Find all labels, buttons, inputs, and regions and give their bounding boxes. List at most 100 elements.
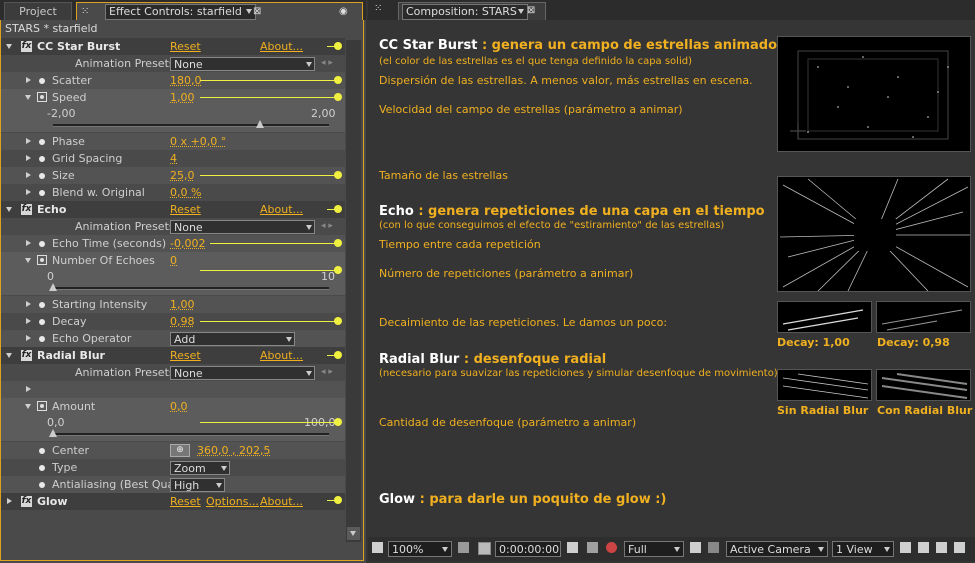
center-value[interactable]: 360,0 , 202,5 (197, 442, 270, 459)
flowchart-icon[interactable] (954, 542, 965, 553)
antialiasing-dropdown[interactable]: High (170, 478, 225, 492)
expand-icon[interactable] (26, 189, 31, 195)
echoes-slider-track[interactable] (53, 287, 329, 290)
color-channels-icon[interactable] (606, 542, 617, 553)
echo-time-value[interactable]: -0,002 (170, 235, 205, 252)
collapse-icon[interactable] (25, 95, 31, 100)
expand-icon[interactable] (26, 155, 31, 161)
expand-icon[interactable] (26, 386, 31, 392)
stopwatch-icon[interactable] (39, 336, 45, 342)
reset-button[interactable]: Reset (170, 38, 201, 55)
expand-icon[interactable] (26, 301, 31, 307)
resolution-dropdown[interactable]: Full (624, 541, 684, 557)
presets-dropdown[interactable]: None (170, 220, 315, 234)
about-button[interactable]: About... (260, 38, 303, 55)
stopwatch-icon[interactable] (39, 465, 45, 471)
stopwatch-icon[interactable] (39, 139, 45, 145)
stopwatch-icon[interactable] (39, 482, 45, 488)
stopwatch-on-icon[interactable] (37, 255, 47, 265)
timecode-field[interactable]: 0:00:00:00 (495, 541, 561, 557)
reset-button[interactable]: Reset (170, 347, 201, 364)
options-button[interactable]: Options... (206, 493, 259, 510)
intensity-value[interactable]: 1,00 (170, 296, 195, 313)
preset-nav-icon[interactable]: ◂ ▸ (321, 218, 333, 235)
composition-dropdown[interactable]: Composition: STARS (402, 4, 528, 20)
decay-value[interactable]: 0,98 (170, 313, 195, 330)
effect-header-echo[interactable]: fx Echo Reset About... (1, 201, 345, 218)
echoes-value[interactable]: 0 (170, 252, 177, 269)
close-icon[interactable]: ⊠ (527, 3, 535, 19)
collapse-icon[interactable] (6, 207, 12, 212)
expand-icon[interactable] (26, 335, 31, 341)
grid-icon[interactable] (478, 542, 491, 555)
expand-icon[interactable] (26, 172, 31, 178)
stopwatch-on-icon[interactable] (37, 92, 47, 102)
phase-value[interactable]: 0 x +0,0 ° (170, 133, 226, 150)
view-layout-dropdown[interactable]: 1 View (832, 541, 894, 557)
echo-operator-dropdown[interactable]: Add (170, 332, 295, 346)
type-dropdown[interactable]: Zoom (170, 461, 230, 475)
amount-value[interactable]: 0,0 (170, 398, 188, 415)
crosshair-icon[interactable]: ⊕ (170, 444, 190, 457)
expand-icon[interactable] (26, 77, 31, 83)
fx-toggle-icon[interactable]: fx (21, 350, 32, 361)
fx-toggle-icon[interactable]: fx (21, 496, 32, 507)
scatter-value[interactable]: 180,0 (170, 72, 202, 89)
zoom-dropdown[interactable]: 100% (388, 541, 452, 557)
expand-icon[interactable] (26, 240, 31, 246)
stopwatch-icon[interactable] (39, 241, 45, 247)
vertical-scrollbar[interactable] (346, 40, 361, 542)
blend-value[interactable]: 0,0 % (170, 184, 201, 201)
speed-slider-track[interactable] (53, 124, 329, 127)
about-button[interactable]: About... (260, 347, 303, 364)
reset-button[interactable]: Reset (170, 493, 201, 510)
tab-composition[interactable]: Composition: STARS ⊠ (398, 2, 546, 20)
always-preview-icon[interactable] (372, 542, 383, 553)
fx-toggle-icon[interactable]: fx (21, 41, 32, 52)
snapshot-icon[interactable] (567, 542, 578, 553)
stopwatch-on-icon[interactable] (37, 401, 47, 411)
fast-previews-icon[interactable] (918, 542, 929, 553)
expand-icon[interactable] (7, 498, 12, 504)
about-button[interactable]: About... (260, 493, 303, 510)
stopwatch-icon[interactable] (39, 319, 45, 325)
stopwatch-icon[interactable] (39, 448, 45, 454)
stopwatch-icon[interactable] (39, 78, 45, 84)
size-value[interactable]: 25,0 (170, 167, 195, 184)
fx-toggle-icon[interactable]: fx (21, 204, 32, 215)
expand-icon[interactable] (26, 318, 31, 324)
amount-slider-track[interactable] (53, 433, 329, 436)
stopwatch-icon[interactable] (39, 302, 45, 308)
speed-slider-thumb[interactable] (256, 120, 264, 128)
toggle-pixel-aspect-icon[interactable] (900, 542, 911, 553)
close-icon[interactable]: ⊠ (253, 3, 261, 20)
grid-spacing-value[interactable]: 4 (170, 150, 177, 167)
preset-nav-icon[interactable]: ◂ ▸ (321, 55, 333, 72)
panel-menu-icon[interactable]: ◉ (339, 3, 348, 20)
camera-dropdown[interactable]: Active Camera (726, 541, 828, 557)
effect-controls-layer-dropdown[interactable]: Effect Controls: starfield (105, 4, 256, 20)
stopwatch-icon[interactable] (39, 190, 45, 196)
expand-icon[interactable] (26, 138, 31, 144)
show-snapshot-icon[interactable] (587, 542, 598, 553)
effect-header-glow[interactable]: fx Glow Reset Options... About... (1, 493, 345, 510)
about-button[interactable]: About... (260, 201, 303, 218)
collapse-icon[interactable] (25, 258, 31, 263)
effect-header-radial-blur[interactable]: fx Radial Blur Reset About... (1, 347, 345, 364)
tab-effect-controls[interactable]: ⁙ Effect Controls: starfield ⊠ ◉ (76, 2, 363, 20)
timeline-icon[interactable] (936, 542, 947, 553)
amount-slider-thumb[interactable] (49, 429, 57, 437)
echoes-slider-thumb[interactable] (49, 283, 57, 291)
stopwatch-icon[interactable] (39, 173, 45, 179)
speed-value[interactable]: 1,00 (170, 89, 195, 106)
effect-header-cc-star-burst[interactable]: fx CC Star Burst Reset About... (1, 38, 345, 55)
preset-nav-icon[interactable]: ◂ ▸ (321, 364, 333, 381)
collapse-icon[interactable] (25, 404, 31, 409)
stopwatch-icon[interactable] (39, 156, 45, 162)
collapse-icon[interactable] (6, 44, 12, 49)
safe-zones-icon[interactable] (458, 542, 469, 553)
scroll-down-button[interactable] (347, 527, 360, 540)
presets-dropdown[interactable]: None (170, 57, 315, 71)
region-of-interest-icon[interactable] (690, 542, 701, 553)
transparency-grid-icon[interactable] (708, 542, 719, 553)
